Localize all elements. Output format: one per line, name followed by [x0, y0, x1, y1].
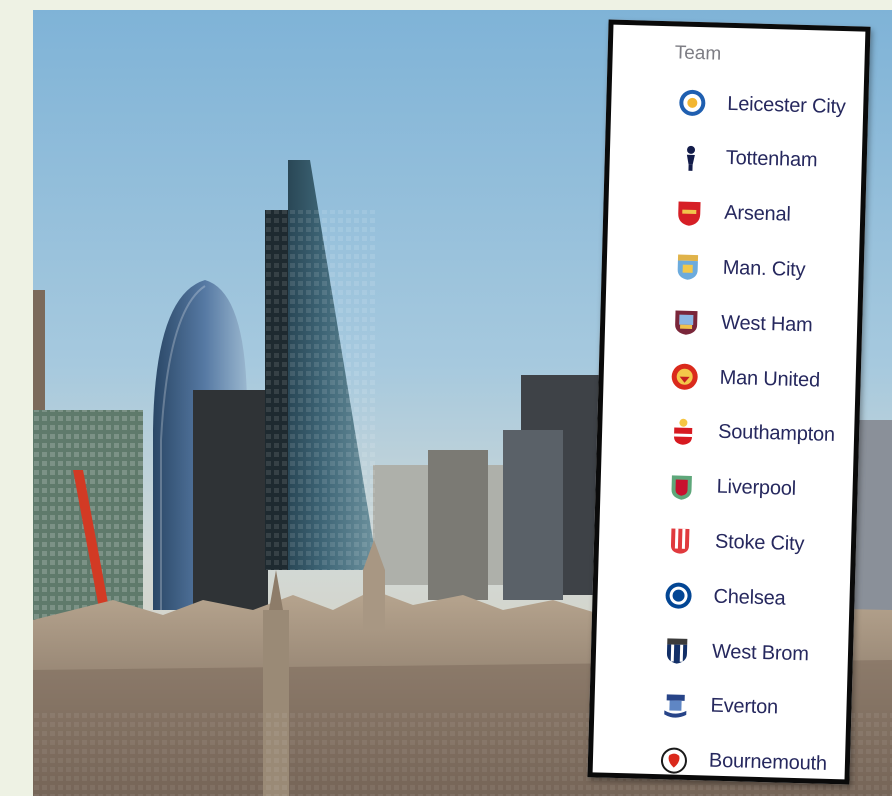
team-name: Liverpool — [716, 475, 797, 500]
team-row: Arsenal — [608, 190, 867, 237]
liverpool-crest-icon — [664, 469, 699, 504]
team-name: West Ham — [720, 311, 813, 336]
team-name: Arsenal — [723, 201, 791, 226]
bournemouth-crest-icon — [657, 743, 692, 778]
team-row: Stoke City — [599, 519, 858, 566]
team-name: Everton — [710, 694, 779, 719]
team-row: Bournemouth — [592, 738, 851, 785]
team-row: Everton — [594, 683, 853, 730]
team-name: Stoke City — [714, 530, 805, 556]
team-row: West Brom — [596, 628, 855, 675]
team-row: Leicester City — [611, 81, 870, 128]
southampton-crest-icon — [666, 414, 701, 449]
team-name: Tottenham — [725, 147, 818, 172]
team-name: Man. City — [722, 256, 806, 281]
team-name: Bournemouth — [708, 749, 828, 775]
everton-crest-icon — [658, 688, 693, 723]
team-row: Liverpool — [600, 464, 859, 511]
team-row: Tottenham — [609, 135, 868, 182]
team-column-header: Team — [674, 42, 722, 65]
man-united-crest-icon — [667, 359, 702, 394]
team-row: Man. City — [606, 245, 865, 292]
team-name: Southampton — [717, 421, 836, 447]
team-name: Man United — [719, 366, 821, 392]
man-city-crest-icon — [670, 250, 705, 285]
leicester-crest-icon — [675, 85, 710, 120]
west-ham-crest-icon — [669, 304, 704, 339]
chelsea-crest-icon — [661, 578, 696, 613]
team-list-panel: Team Leicester City Tottenham Arsenal Man. … — [587, 19, 871, 785]
team-row: Man United — [603, 354, 862, 401]
team-row: Southampton — [602, 409, 861, 456]
team-name: Leicester City — [727, 92, 846, 118]
tottenham-crest-icon — [673, 140, 708, 175]
stoke-city-crest-icon — [663, 524, 698, 559]
team-name: West Brom — [711, 640, 810, 665]
team-name: Chelsea — [713, 585, 786, 610]
west-brom-crest-icon — [660, 633, 695, 668]
team-row: Chelsea — [597, 574, 856, 621]
arsenal-crest-icon — [672, 195, 707, 230]
team-row: West Ham — [605, 300, 864, 347]
